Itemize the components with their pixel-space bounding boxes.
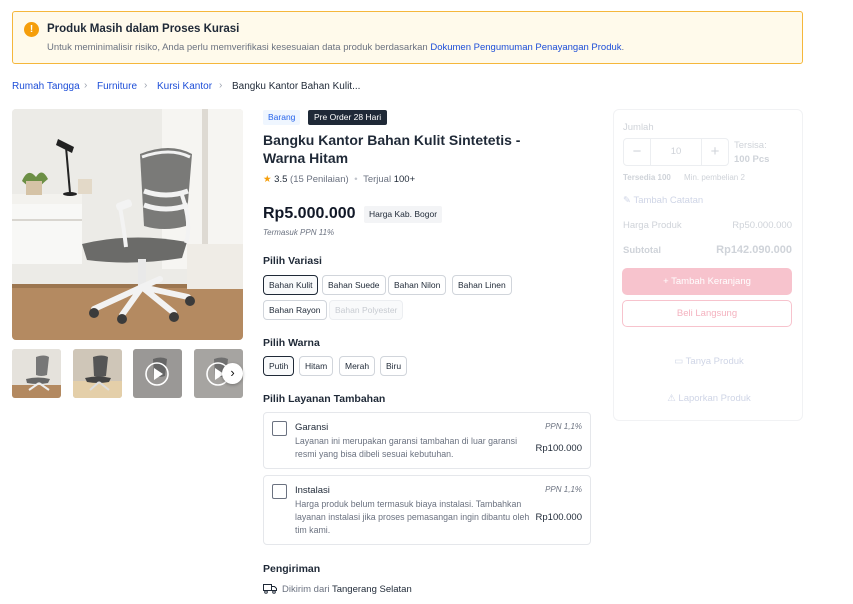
variant-option-bahan-nilon[interactable]: Bahan Nilon	[388, 275, 447, 295]
ask-product-label: Tanya Produk	[685, 356, 744, 367]
alert-end: .	[621, 42, 625, 53]
preorder-badge: Pre Order 28 Hari	[308, 110, 388, 125]
rating-summary: ★ 3.5 (15 Penilaian) • Terjual 100+	[263, 174, 415, 185]
variant-option-bahan-suede[interactable]: Bahan Suede	[322, 275, 386, 295]
chevron-right-icon: ›	[144, 80, 148, 91]
purchase-panel: Jumlah − 10 + Tersisa: 100 Pcs Tersedia …	[613, 109, 803, 421]
alert-title: Produk Masih dalam Proses Kurasi	[47, 23, 240, 35]
plus-icon[interactable]: +	[702, 139, 728, 165]
subtotal-value: Rp142.090.000	[716, 244, 792, 256]
buy-now-button[interactable]: Beli Langsung	[622, 300, 792, 327]
addon-name: Garansi	[295, 422, 329, 433]
product-price-value: Rp50.000.000	[732, 220, 792, 231]
available-stock: Tersedia 100	[623, 173, 671, 182]
product-price-label: Harga Produk	[623, 220, 682, 231]
truck-icon	[263, 584, 277, 594]
stock-value: 100 Pcs	[734, 154, 770, 165]
variant-option-bahan-polyester: Bahan Polyester	[329, 300, 404, 320]
star-icon: ★	[263, 174, 272, 185]
minus-icon[interactable]: −	[624, 139, 650, 165]
color-option-merah[interactable]: Merah	[339, 356, 376, 376]
addon-price: Rp100.000	[535, 512, 582, 523]
quantity-label: Jumlah	[623, 122, 654, 133]
addon-name: Instalasi	[295, 485, 330, 496]
sold-value: 100+	[393, 174, 416, 185]
plus-icon: +	[663, 276, 669, 287]
shipping-city: Tangerang Selatan	[331, 584, 412, 595]
addon-ppn: PPN 1,1%	[545, 485, 582, 494]
color-option-putih[interactable]: Putih	[263, 356, 295, 376]
quantity-input[interactable]: 10	[650, 139, 702, 165]
product-main-image[interactable]	[12, 109, 243, 340]
video-thumbnail-1[interactable]	[133, 349, 182, 398]
addon-ppn: PPN 1,1%	[545, 422, 582, 431]
thumbnail-2[interactable]	[73, 349, 122, 398]
color-option-biru[interactable]: Biru	[380, 356, 408, 376]
alert-body: Untuk meminimalisir risiko, Anda perlu m…	[47, 42, 428, 53]
addon-description: Layanan ini merupakan garansi tambahan d…	[295, 436, 518, 459]
addon-price: Rp100.000	[535, 443, 582, 454]
min-purchase: Min. pembelian 2	[684, 173, 745, 182]
product-title: Bangku Kantor Bahan Kulit Sintetetis - W…	[263, 132, 521, 166]
report-product-link[interactable]: ⚠ Laporkan Produk	[614, 393, 804, 404]
price-region-badge: Harga Kab. Bogor	[364, 206, 443, 223]
shipping-label: Pengiriman	[263, 563, 321, 575]
stock-label: Tersisa:	[734, 140, 767, 151]
video-thumbnail-image	[133, 349, 182, 398]
report-product-label: Laporkan Produk	[678, 393, 751, 404]
rating-count: (15 Penilaian)	[290, 174, 349, 185]
shipping-origin: Dikirim dari Tangerang Selatan	[282, 584, 412, 595]
product-type-badge: Barang	[263, 110, 301, 125]
chat-icon: ▭	[674, 356, 684, 367]
variant-option-bahan-rayon[interactable]: Bahan Rayon	[263, 300, 327, 320]
add-to-cart-label: Tambah Keranjang	[671, 276, 751, 287]
pencil-icon: ✎	[623, 195, 631, 206]
addons-label: Pilih Layanan Tambahan	[263, 393, 386, 405]
sold-label: Terjual	[363, 174, 392, 185]
tax-note: Termasuk PPN 11%	[263, 228, 335, 237]
chair-thumbnail-image	[12, 349, 61, 398]
product-price: Rp5.000.000	[263, 205, 356, 222]
rating-value: 3.5	[274, 174, 288, 185]
dot-separator: •	[354, 174, 358, 185]
quantity-stepper[interactable]: − 10 +	[623, 138, 729, 166]
curation-alert: ! Produk Masih dalam Proses Kurasi Untuk…	[12, 11, 803, 64]
breadcrumb-furniture[interactable]: Furniture	[97, 81, 137, 92]
add-note-link[interactable]: ✎ Tambah Catatan	[623, 195, 703, 206]
warning-icon: ⚠	[667, 393, 676, 404]
warning-icon: !	[24, 22, 39, 37]
addon-description: Harga produk belum termasuk biaya instal…	[295, 499, 530, 535]
chevron-right-icon: ›	[219, 80, 223, 91]
breadcrumb-kursi-kantor[interactable]: Kursi Kantor	[157, 81, 212, 92]
variant-option-bahan-kulit[interactable]: Bahan Kulit	[263, 275, 319, 295]
color-label: Pilih Warna	[263, 337, 320, 349]
variant-option-bahan-linen[interactable]: Bahan Linen	[452, 275, 512, 295]
instalasi-checkbox[interactable]	[272, 484, 287, 499]
color-option-hitam[interactable]: Hitam	[299, 356, 334, 376]
office-chair-photo	[12, 109, 243, 340]
chevron-right-icon[interactable]: ›	[222, 363, 243, 384]
chevron-right-icon: ›	[84, 80, 88, 91]
alert-text: Untuk meminimalisir risiko, Anda perlu m…	[47, 42, 624, 53]
ask-product-link[interactable]: ▭ Tanya Produk	[614, 356, 804, 367]
variant-label: Pilih Variasi	[263, 255, 322, 267]
breadcrumb-current: Bangku Kantor Bahan Kulit...	[232, 81, 361, 92]
breadcrumb-rumah-tangga[interactable]: Rumah Tangga	[12, 81, 80, 92]
addon-garansi[interactable]: Garansi PPN 1,1% Layanan ini merupakan g…	[263, 412, 591, 469]
add-to-cart-button[interactable]: + Tambah Keranjang	[622, 268, 792, 295]
thumbnail-1[interactable]	[12, 349, 61, 398]
chair-thumbnail-image	[73, 349, 122, 398]
subtotal-label: Subtotal	[623, 245, 661, 256]
announcement-document-link[interactable]: Dokumen Pengumuman Penayangan Produk	[430, 42, 621, 53]
addon-instalasi[interactable]: Instalasi PPN 1,1% Harga produk belum te…	[263, 475, 591, 545]
garansi-checkbox[interactable]	[272, 421, 287, 436]
shipping-prefix: Dikirim dari	[282, 584, 330, 595]
add-note-label: Tambah Catatan	[633, 195, 704, 206]
